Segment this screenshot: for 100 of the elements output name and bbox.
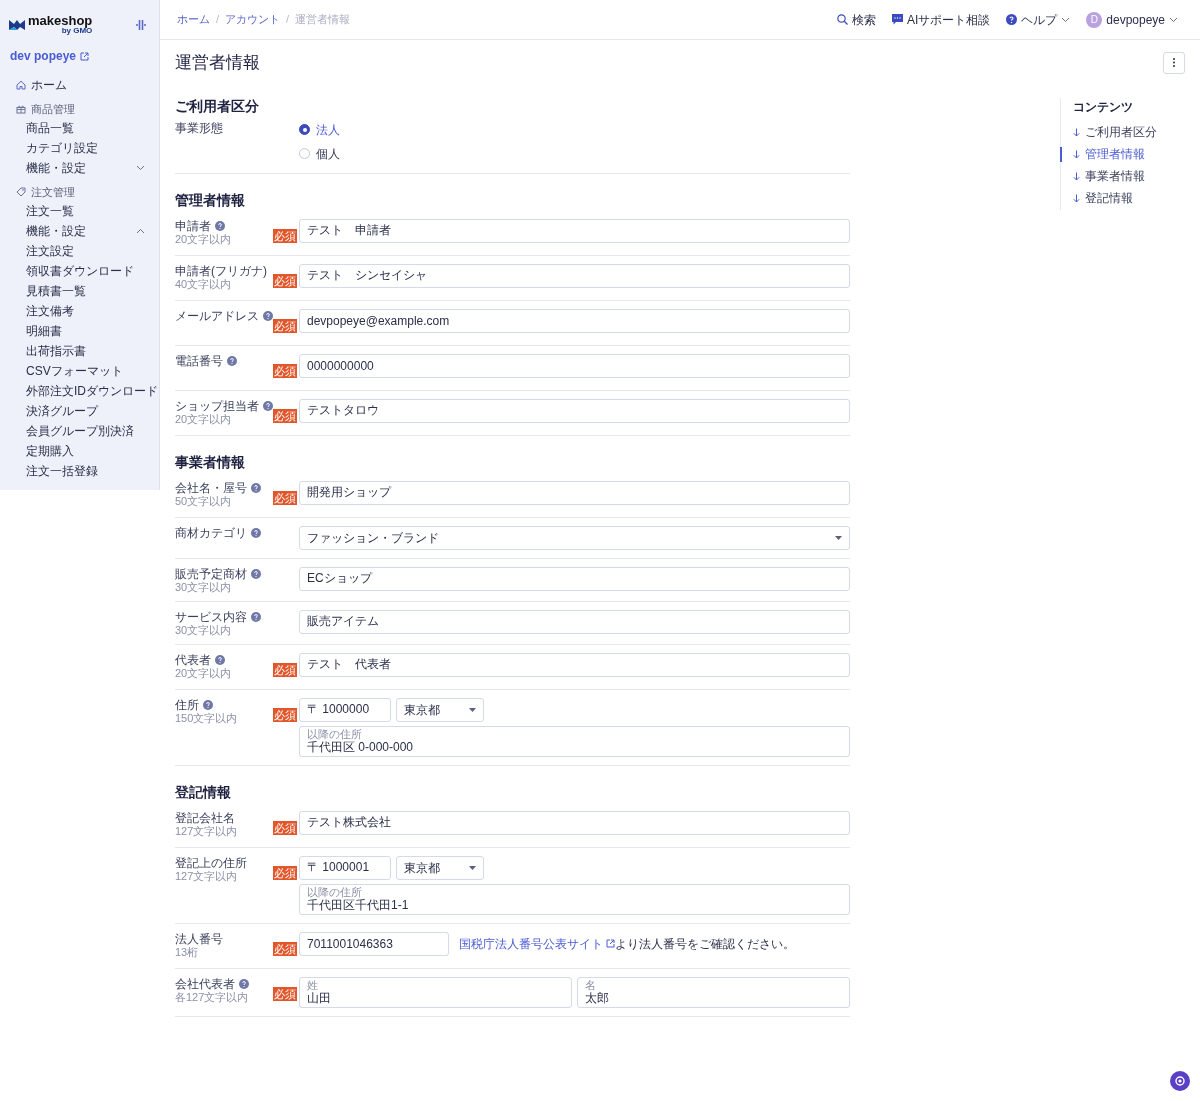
field-label: 住所: [175, 697, 199, 712]
text-field[interactable]: 名 太郎: [577, 976, 850, 1008]
required-badge: 必須: [273, 865, 297, 880]
text-field[interactable]: 姓 山田: [299, 976, 572, 1008]
breadcrumb-link[interactable]: ホーム: [177, 11, 210, 28]
sidebar-item[interactable]: 決済グループ: [0, 401, 159, 421]
text-field[interactable]: テスト株式会社: [299, 810, 850, 835]
toc-title: コンテンツ: [1073, 98, 1134, 116]
shop-link[interactable]: dev popeye: [10, 47, 159, 65]
external-link[interactable]: 国税庁法人番号公表サイト: [459, 934, 615, 953]
sidebar-group-title: 注文管理: [31, 184, 75, 200]
field-hint: 30文字以内: [175, 580, 233, 593]
chevron-down-icon: [1169, 16, 1178, 23]
arrow-down-icon: [1073, 127, 1080, 137]
field-hint: 40文字以内: [175, 277, 233, 290]
field-hint: 20文字以内: [175, 232, 233, 245]
sidebar-item[interactable]: 注文一括登録: [0, 461, 159, 481]
text-field[interactable]: devpopeye@example.com: [299, 308, 850, 333]
field-label: 代表者: [175, 652, 211, 667]
help-button[interactable]: ヘルプ: [1006, 10, 1071, 29]
toc-link[interactable]: ご利用者区分: [1073, 124, 1157, 140]
external-link-icon: [606, 939, 615, 948]
chat-button[interactable]: AIサポート相談: [891, 10, 991, 29]
field-label: 申請者(フリガナ): [175, 263, 267, 278]
section-title: 登記情報: [175, 782, 232, 802]
required-badge: 必須: [273, 820, 297, 835]
text-field[interactable]: 0000000000: [299, 353, 850, 378]
caret-down-icon: [469, 707, 476, 712]
text-field[interactable]: テスト 申請者: [299, 218, 850, 243]
user-menu-button[interactable]: D devpopeye: [1086, 10, 1178, 29]
select-field[interactable]: 東京都: [396, 697, 484, 722]
field-label: 会社名・屋号: [175, 480, 247, 495]
text-field[interactable]: テスト シンセイシャ: [299, 263, 850, 288]
toc-link[interactable]: 管理者情報: [1073, 146, 1145, 162]
sidebar-item[interactable]: ホーム: [0, 75, 159, 95]
sidebar-item[interactable]: 出荷指示書: [0, 341, 159, 361]
text-field[interactable]: 以降の住所 千代田区 0-000-000: [299, 725, 850, 757]
radio-option[interactable]: 個人: [299, 144, 850, 163]
required-badge: 必須: [273, 318, 297, 333]
search-icon: [836, 14, 848, 25]
breadcrumb-separator: /: [286, 12, 290, 28]
sidebar-item[interactable]: 商品一覧: [0, 118, 159, 138]
postal-code-field[interactable]: 〒 1000000: [299, 697, 391, 722]
required-badge: 必須: [273, 941, 297, 956]
sidebar-item[interactable]: 見積書一覧: [0, 281, 159, 301]
chat-icon: [891, 14, 903, 25]
logo-mark-icon: [9, 18, 25, 31]
search-button[interactable]: 検索: [836, 10, 876, 29]
avatar: D: [1086, 11, 1103, 28]
sidebar-item[interactable]: カテゴリ設定: [0, 138, 159, 158]
chat-support-button[interactable]: [1170, 1071, 1190, 1091]
sidebar-item[interactable]: CSVフォーマット: [0, 361, 159, 381]
breadcrumb-link[interactable]: アカウント: [225, 11, 281, 28]
sidebar-item[interactable]: 外部注文IDダウンロード: [0, 381, 159, 401]
text-field[interactable]: テスト 代表者: [299, 652, 850, 677]
home-icon: [16, 80, 26, 90]
page-title: 運営者情報: [175, 52, 260, 74]
sidebar-item[interactable]: 注文設定: [0, 241, 159, 261]
sidebar-item[interactable]: 機能・設定: [0, 221, 159, 241]
sidebar-item[interactable]: 注文備考: [0, 301, 159, 321]
select-field[interactable]: ファッション・ブランド: [299, 525, 850, 550]
text-field[interactable]: 開発用ショップ: [299, 480, 850, 505]
sidebar-item[interactable]: 会員グループ別決済: [0, 421, 159, 441]
field-hint: 各127文字以内: [175, 990, 250, 1003]
field-label: 商材カテゴリ: [175, 525, 247, 540]
required-badge: 必須: [273, 490, 297, 505]
sidebar-group-title: 商品管理: [31, 101, 75, 117]
field-hint: 127文字以内: [175, 824, 239, 837]
text-field[interactable]: 販売アイテム: [299, 609, 850, 634]
text-field[interactable]: 以降の住所 千代田区千代田1-1: [299, 883, 850, 915]
field-label: メールアドレス: [175, 308, 259, 323]
collapse-button[interactable]: [135, 18, 147, 31]
sidebar-item[interactable]: 明細書: [0, 321, 159, 341]
field-hint: 50文字以内: [175, 494, 233, 507]
radio-button[interactable]: [299, 124, 310, 135]
text-field[interactable]: ECショップ: [299, 566, 850, 591]
text-field[interactable]: テストタロウ: [299, 398, 850, 423]
sidebar-item[interactable]: 注文一覧: [0, 201, 159, 221]
sidebar-item[interactable]: 機能・設定: [0, 158, 159, 178]
chevron-down-icon: [1061, 16, 1071, 23]
field-hint: 127文字以内: [175, 869, 239, 882]
postal-code-field[interactable]: 〒 1000001: [299, 855, 391, 880]
arrow-down-icon: [1073, 193, 1080, 203]
toc-link[interactable]: 登記情報: [1073, 190, 1133, 206]
sidebar-item[interactable]: 領収書ダウンロード: [0, 261, 159, 281]
required-badge: 必須: [273, 363, 297, 378]
field-label: 申請者: [175, 218, 211, 233]
field-hint: 13桁: [175, 945, 200, 958]
breadcrumb-current: 運営者情報: [295, 12, 351, 28]
arrow-down-icon: [1073, 171, 1080, 181]
field-label: 登記上の住所: [175, 855, 247, 870]
required-badge: 必須: [273, 408, 297, 423]
toc-link[interactable]: 事業者情報: [1073, 168, 1145, 184]
section-title: ご利用者区分: [175, 96, 260, 116]
external-link-icon: [80, 51, 90, 61]
field-hint: 150文字以内: [175, 711, 239, 724]
select-field[interactable]: 東京都: [396, 855, 484, 880]
sidebar-item[interactable]: 定期購入: [0, 441, 159, 461]
radio-option[interactable]: 法人: [299, 120, 850, 139]
text-field[interactable]: 7011001046363: [299, 931, 449, 956]
